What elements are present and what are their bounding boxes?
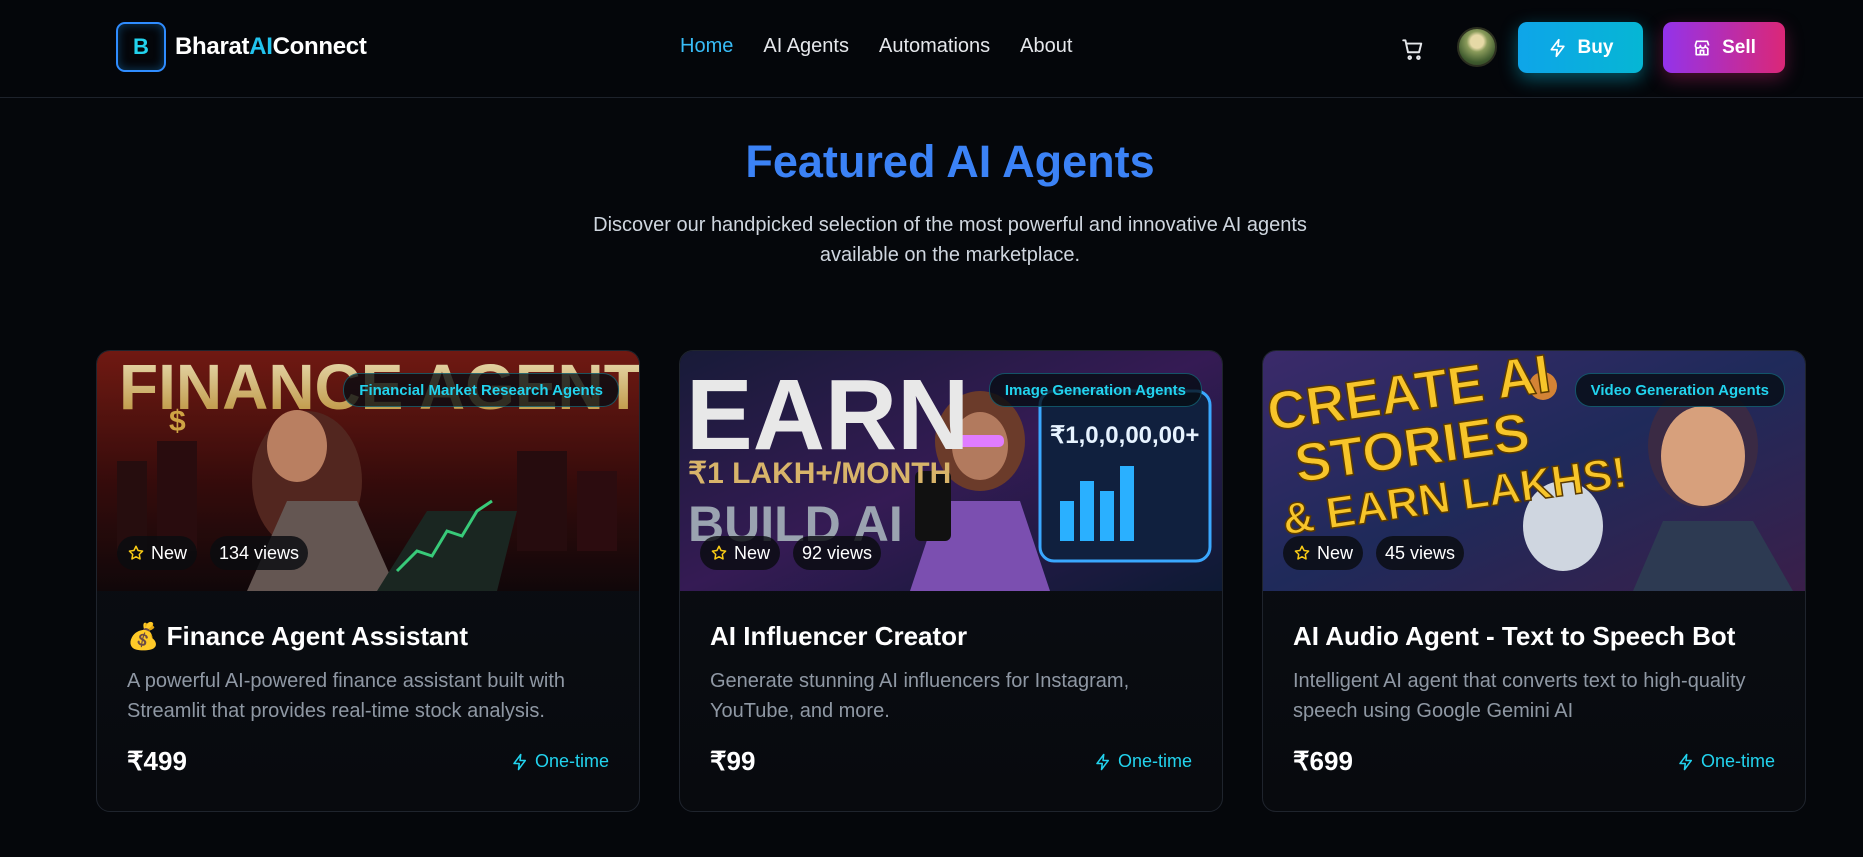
status-badge: New — [117, 536, 198, 570]
card-price: ₹499 — [127, 746, 187, 776]
nav-home[interactable]: Home — [680, 35, 733, 58]
views-badge: 45 views — [1376, 536, 1465, 570]
logo-icon: B — [116, 22, 166, 72]
status-label: New — [151, 542, 188, 563]
lightning-icon — [513, 753, 526, 770]
card-title[interactable]: AI Influencer Creator — [710, 621, 967, 652]
lightning-icon — [1550, 38, 1565, 57]
cart-icon[interactable] — [1400, 36, 1426, 62]
card-description: Generate stunning AI influencers for Ins… — [710, 670, 1130, 722]
nav-automations[interactable]: Automations — [879, 35, 990, 58]
store-icon — [1694, 40, 1710, 56]
agent-card-finance[interactable]: FINANCE AGENT AI $ Financial Market Rese… — [96, 350, 640, 812]
buy-label: Buy — [1577, 36, 1614, 58]
card-description: Intelligent AI agent that converts text … — [1293, 670, 1746, 722]
views-badge: 134 views — [210, 536, 309, 570]
card-image-headline: EARN — [686, 359, 969, 471]
billing-label: One-time — [1117, 751, 1192, 771]
brand-name: BharatAIConnect — [175, 33, 367, 61]
sell-button[interactable]: Sell — [1663, 22, 1785, 73]
views-badge: 92 views — [793, 536, 882, 570]
sell-label: Sell — [1722, 36, 1756, 58]
brand-prefix: Bharat — [175, 33, 250, 60]
nav-about[interactable]: About — [1020, 35, 1072, 58]
card-price: ₹699 — [1293, 746, 1353, 776]
brand-ai: AI — [249, 33, 273, 60]
category-badge: Video Generation Agents — [1574, 373, 1785, 407]
card-title[interactable]: AI Audio Agent - Text to Speech Bot — [1293, 621, 1735, 652]
section-subtitle: Discover our handpicked selection of the… — [593, 214, 1307, 266]
status-label: New — [1317, 542, 1354, 563]
status-badge: New — [1283, 536, 1364, 570]
buy-button[interactable]: Buy — [1518, 22, 1643, 73]
agent-card-audio[interactable]: CREATE AI STORIES & EARN LAKHS! Video Ge… — [1262, 350, 1806, 812]
nav-ai-agents[interactable]: AI Agents — [763, 35, 849, 58]
billing-type: One-time — [1677, 751, 1775, 772]
star-icon — [128, 545, 144, 560]
top-navbar: B BharatAIConnect Home AI Agents Automat… — [0, 0, 1863, 98]
lightning-icon — [1096, 753, 1109, 770]
logo-letter: B — [133, 34, 149, 59]
brand-suffix: Connect — [272, 33, 367, 60]
billing-type: One-time — [511, 751, 609, 772]
card-image-counter: ₹1,0,0,00,00+ — [1050, 422, 1199, 449]
billing-type: One-time — [1094, 751, 1192, 772]
billing-label: One-time — [534, 751, 609, 771]
card-price: ₹99 — [710, 746, 756, 776]
status-badge: New — [700, 536, 781, 570]
star-icon — [1294, 545, 1310, 560]
user-avatar[interactable] — [1457, 27, 1497, 67]
main-nav: Home AI Agents Automations About — [680, 35, 1102, 58]
section-title: Featured AI Agents — [745, 136, 1155, 187]
card-description: A powerful AI-powered finance assistant … — [127, 670, 566, 722]
category-badge: Financial Market Research Agents — [343, 373, 619, 407]
star-icon — [711, 545, 727, 560]
status-label: New — [734, 542, 771, 563]
agent-card-influencer[interactable]: EARN ₹1 LAKH+/MONTH BUILD AI ₹1,0,0,00,0… — [679, 350, 1223, 812]
card-title[interactable]: 💰 Finance Agent Assistant — [127, 621, 468, 652]
category-badge: Image Generation Agents — [988, 373, 1202, 407]
brand-logo[interactable]: B BharatAIConnect — [116, 22, 367, 72]
card-image-earning-claim: ₹1 LAKH+/MONTH — [688, 457, 951, 490]
billing-label: One-time — [1700, 751, 1775, 771]
lightning-icon — [1679, 753, 1692, 770]
